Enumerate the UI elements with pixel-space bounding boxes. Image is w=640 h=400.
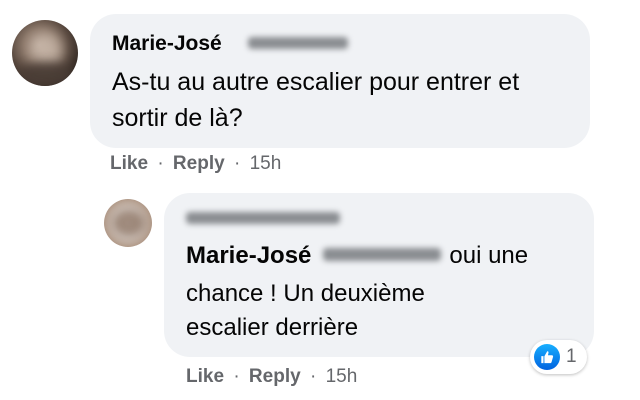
avatar-blur	[112, 209, 146, 237]
reply-timestamp[interactable]: 15h	[326, 366, 358, 387]
reply-text-fragment: oui une	[449, 242, 529, 269]
separator: ·	[233, 366, 240, 387]
comment-actions: Like · Reply · 15h	[110, 153, 281, 175]
redacted-replier-name[interactable]	[186, 212, 340, 224]
reply-actions: Like · Reply · 15h	[186, 366, 357, 388]
reaction-count: 1	[566, 346, 577, 367]
separator: ·	[309, 366, 317, 387]
reply-button[interactable]: Reply	[249, 366, 301, 387]
separator: ·	[157, 153, 164, 174]
redacted-surname	[248, 37, 348, 49]
replier-avatar[interactable]	[104, 199, 152, 247]
comment-text: As-tu au autre escalier pour entrer et s…	[112, 68, 520, 132]
reply-text-line: chance ! Un deuxième	[186, 280, 425, 307]
avatar-blur	[18, 62, 74, 86]
reply-button[interactable]: Reply	[173, 153, 225, 174]
comment-author-name[interactable]: Marie-José	[112, 32, 222, 56]
redacted-mention-surname	[323, 248, 442, 262]
reply-text-line: escalier derrière	[186, 314, 359, 341]
separator: ·	[233, 153, 241, 174]
reply-text-line: Marie-José oui une	[186, 242, 586, 270]
like-button[interactable]: Like	[110, 153, 148, 174]
commenter-avatar[interactable]	[12, 20, 78, 86]
thumbs-up-icon	[534, 344, 560, 370]
reaction-summary[interactable]: 1	[530, 340, 587, 374]
like-button[interactable]: Like	[186, 366, 224, 387]
comment-timestamp[interactable]: 15h	[250, 153, 282, 174]
mention-tag[interactable]: Marie-José	[186, 242, 311, 269]
